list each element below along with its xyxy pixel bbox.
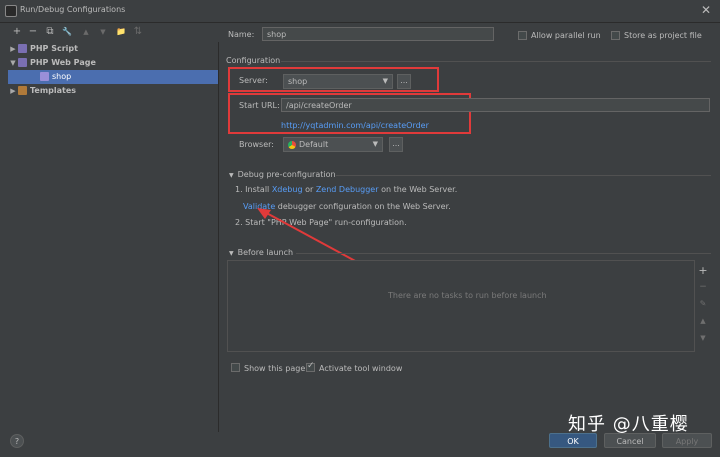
- app-icon: [5, 5, 17, 17]
- start-url-input[interactable]: /api/createOrder: [281, 98, 710, 112]
- debug-header-label: Debug pre-configuration: [237, 170, 336, 179]
- ok-button[interactable]: OK: [549, 433, 597, 448]
- server-label: Server:: [239, 76, 268, 85]
- move-task-down-icon[interactable]: ▼: [698, 334, 708, 342]
- title-bar: Run/Debug Configurations ✕: [0, 0, 720, 23]
- debug-divider: [336, 175, 711, 176]
- chevron-down-icon: ▼: [229, 250, 234, 257]
- chevron-down-icon: ▼: [229, 172, 234, 179]
- php-web-icon: [18, 58, 27, 67]
- before-launch-divider: [296, 253, 711, 254]
- full-url-preview[interactable]: http://yqtadmin.com/api/createOrder: [281, 121, 429, 130]
- start-url-label: Start URL:: [239, 101, 280, 110]
- tree-item-templates[interactable]: ▶ Templates: [0, 84, 218, 98]
- allow-parallel-checkbox[interactable]: [518, 31, 527, 40]
- config-toolbar: + − ⧉ 🔧 ▲ ▼ 📁 ⇅: [0, 24, 218, 42]
- tree-item-label: PHP Web Page: [30, 58, 96, 67]
- zend-debugger-link[interactable]: Zend Debugger: [316, 185, 379, 194]
- xdebug-link[interactable]: Xdebug: [272, 185, 303, 194]
- tree-item-php-script[interactable]: ▶ PHP Script: [0, 42, 218, 56]
- server-select[interactable]: shop ▼: [283, 74, 393, 89]
- wrench-icon: [18, 86, 27, 95]
- activate-tool-window-label: Activate tool window: [319, 364, 403, 373]
- wrench-icon[interactable]: 🔧: [60, 24, 74, 40]
- tree-item-shop[interactable]: shop: [8, 70, 218, 84]
- add-task-icon[interactable]: +: [698, 264, 708, 277]
- chevron-right-icon[interactable]: ▶: [8, 84, 18, 98]
- chevron-down-icon: ▼: [382, 77, 388, 85]
- chevron-down-icon: ▼: [372, 140, 378, 148]
- apply-button[interactable]: Apply: [662, 433, 712, 448]
- browser-select[interactable]: Default ▼: [283, 137, 383, 152]
- server-browse-button[interactable]: ...: [397, 74, 411, 89]
- browser-label: Browser:: [239, 140, 274, 149]
- config-tree: ▶ PHP Script ▼ PHP Web Page shop ▶ Template…: [0, 42, 219, 432]
- allow-parallel-label: Allow parallel run: [531, 31, 601, 40]
- store-project-label: Store as project file: [624, 31, 702, 40]
- step1-prefix: 1. Install: [235, 185, 270, 194]
- copy-config-icon[interactable]: ⧉: [43, 24, 57, 40]
- activate-tool-window-checkbox[interactable]: [306, 361, 315, 372]
- configuration-divider: [281, 61, 711, 62]
- configuration-heading: Configuration: [226, 56, 281, 65]
- or-text: or: [305, 185, 314, 194]
- chevron-down-icon[interactable]: ▼: [8, 56, 18, 70]
- cancel-button[interactable]: Cancel: [604, 433, 656, 448]
- php-icon: [18, 44, 27, 53]
- show-page-checkbox[interactable]: [231, 363, 240, 372]
- step1-suffix: on the Web Server.: [381, 185, 458, 194]
- remove-task-icon[interactable]: −: [698, 282, 708, 292]
- edit-task-icon[interactable]: ✎: [698, 299, 708, 308]
- window-title: Run/Debug Configurations: [20, 5, 126, 14]
- remove-config-icon[interactable]: −: [26, 24, 40, 40]
- help-button[interactable]: ?: [10, 434, 24, 448]
- before-launch-header[interactable]: ▼ Before launch: [229, 248, 293, 257]
- name-label: Name:: [228, 30, 255, 39]
- close-icon[interactable]: ✕: [701, 3, 711, 17]
- chrome-icon: [288, 140, 296, 149]
- empty-tasks-text: There are no tasks to run before launch: [388, 291, 547, 300]
- add-config-icon[interactable]: +: [10, 24, 24, 40]
- before-launch-list[interactable]: There are no tasks to run before launch: [227, 260, 695, 352]
- move-up-icon[interactable]: ▲: [79, 24, 93, 40]
- move-down-icon[interactable]: ▼: [96, 24, 110, 40]
- show-page-label: Show this page: [244, 364, 306, 373]
- name-field[interactable]: shop: [262, 27, 494, 41]
- browser-browse-button[interactable]: ...: [389, 137, 403, 152]
- tree-item-label: Templates: [30, 86, 77, 95]
- browser-value: Default: [299, 140, 329, 149]
- store-project-checkbox[interactable]: [611, 31, 620, 40]
- tree-item-php-web-page[interactable]: ▼ PHP Web Page: [0, 56, 218, 70]
- debug-section-header[interactable]: ▼ Debug pre-configuration: [229, 170, 336, 179]
- debug-step-1: 1. Install Xdebug or Zend Debugger on th…: [235, 185, 457, 194]
- tree-item-label: shop: [52, 72, 72, 81]
- folder-icon[interactable]: 📁: [114, 24, 128, 40]
- tree-item-label: PHP Script: [30, 44, 78, 53]
- php-web-icon: [40, 72, 49, 81]
- server-value: shop: [288, 77, 308, 86]
- move-task-up-icon[interactable]: ▲: [698, 317, 708, 325]
- before-launch-label: Before launch: [237, 248, 294, 257]
- sort-icon[interactable]: ⇅: [131, 24, 145, 40]
- chevron-right-icon[interactable]: ▶: [8, 42, 18, 56]
